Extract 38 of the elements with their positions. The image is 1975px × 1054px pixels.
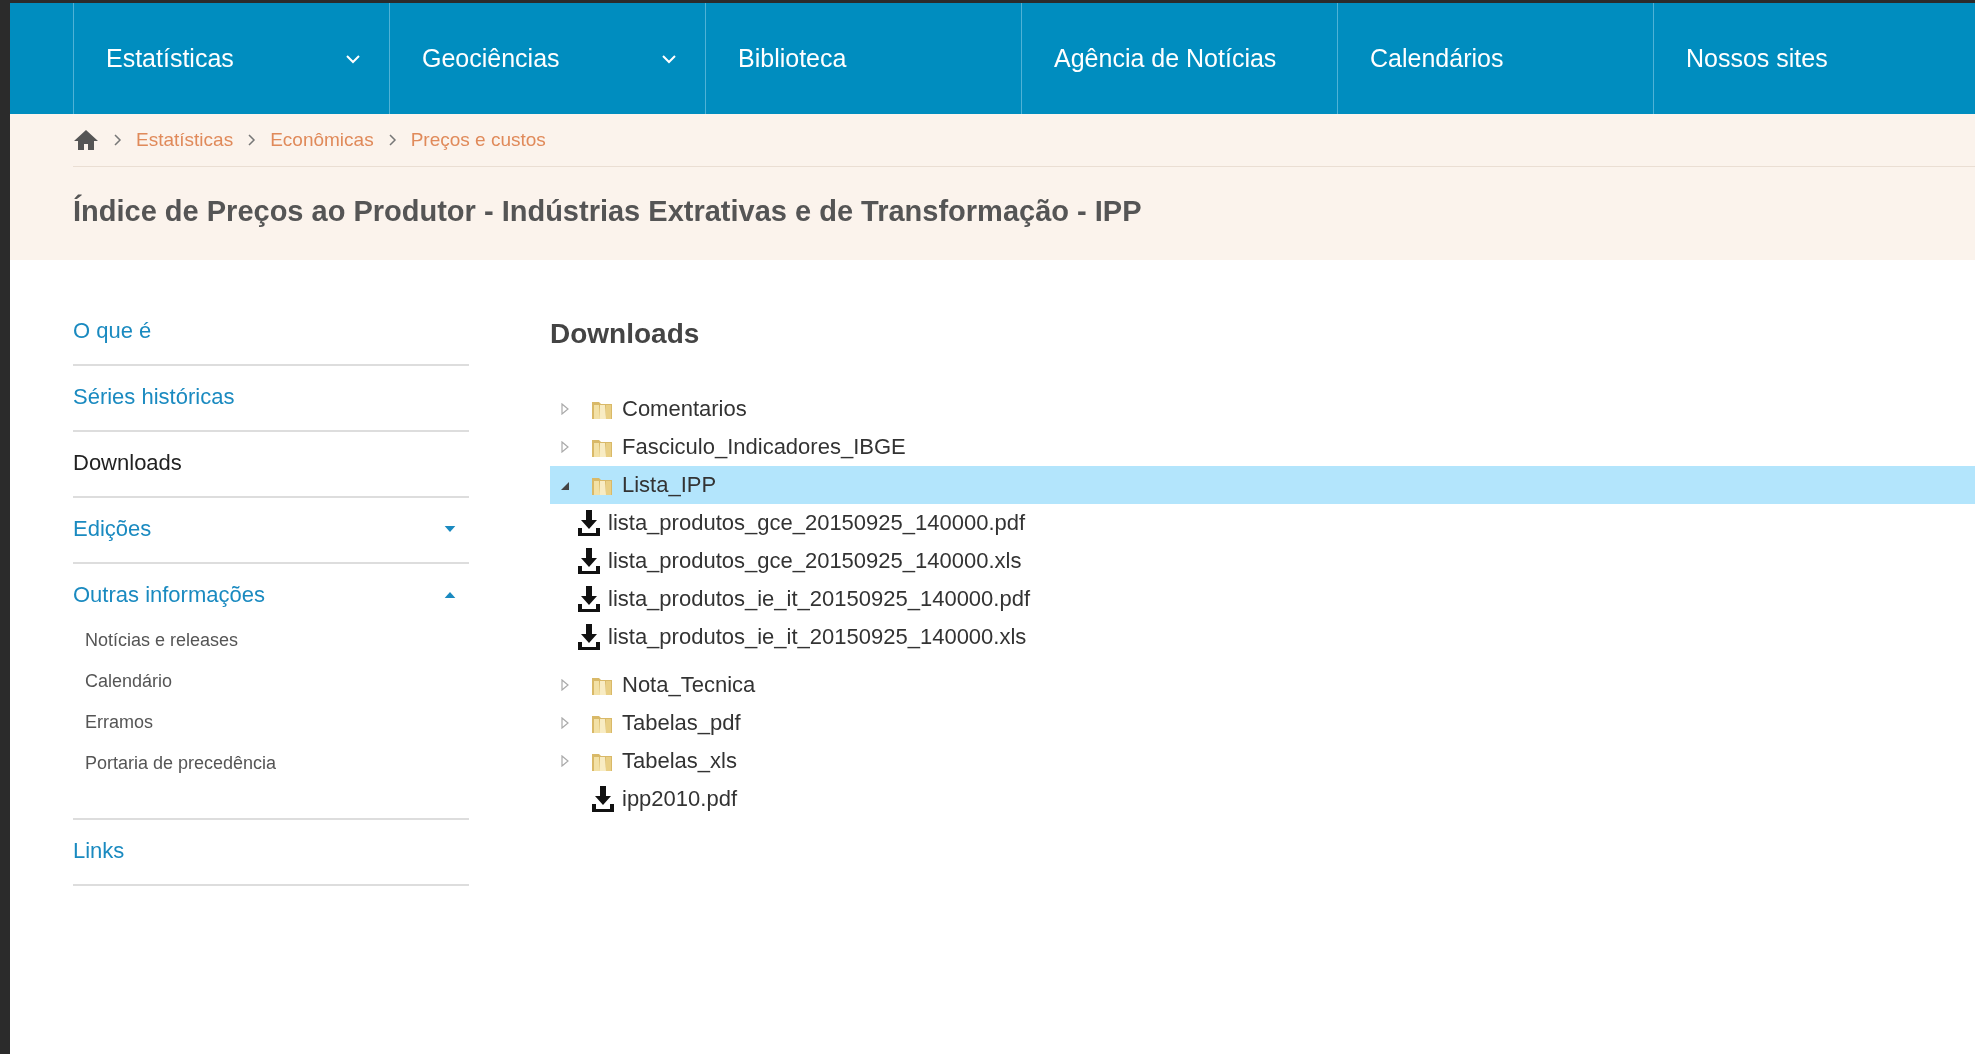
file-link[interactable]: lista_produtos_gce_20150925_140000.xls	[608, 548, 1022, 574]
sidebar-subitem[interactable]: Erramos	[85, 712, 469, 733]
chevron-right-icon	[387, 133, 397, 147]
file-link[interactable]: lista_produtos_ie_it_20150925_140000.pdf	[608, 586, 1031, 612]
folder-label[interactable]: Comentarios	[622, 396, 747, 422]
download-icon[interactable]	[576, 547, 602, 575]
sidebar-item[interactable]: Séries históricas	[73, 384, 235, 409]
page-title: Índice de Preços ao Produtor - Indústrias Extrativas e de Transformação - IPP	[73, 193, 1143, 229]
chevron-down-icon	[345, 53, 361, 64]
home-icon[interactable]	[73, 129, 99, 151]
file-link[interactable]: lista_produtos_ie_it_20150925_140000.xls	[608, 624, 1027, 650]
folder-label[interactable]: Lista_IPP	[622, 472, 717, 498]
nav-label: Geociências	[422, 44, 560, 73]
caret-up-icon[interactable]	[443, 591, 457, 599]
sidebar-item[interactable]: O que é	[73, 318, 152, 343]
chevron-right-icon	[247, 133, 257, 147]
download-icon[interactable]	[576, 585, 602, 613]
nav-label: Estatísticas	[106, 44, 234, 73]
sidebar-item[interactable]: Edições	[73, 516, 152, 542]
sidebar-item[interactable]: Links	[73, 838, 125, 863]
sidebar-subitem[interactable]: Calendário	[85, 671, 469, 692]
download-icon[interactable]	[576, 509, 602, 537]
sidebar-subitem[interactable]: Portaria de precedência	[85, 753, 469, 774]
sidebar-item[interactable]: Outras informações	[73, 582, 265, 608]
caret-down-icon[interactable]	[443, 525, 457, 533]
section-heading: Downloads	[550, 318, 701, 350]
file-link[interactable]: lista_produtos_gce_20150925_140000.pdf	[608, 510, 1026, 536]
chevron-down-icon	[661, 53, 677, 64]
folder-label[interactable]: Tabelas_xls	[622, 748, 737, 774]
folder-label[interactable]: Nota_Tecnica	[622, 672, 756, 698]
sidebar-item[interactable]: Downloads	[73, 450, 182, 475]
download-icon[interactable]	[590, 785, 616, 813]
file-link[interactable]: ipp2010.pdf	[622, 786, 737, 812]
folder-label[interactable]: Fasciculo_Indicadores_IBGE	[622, 434, 906, 460]
chevron-right-icon	[113, 133, 122, 147]
download-icon[interactable]	[576, 623, 602, 651]
sidebar-subitem[interactable]: Notícias e releases	[85, 630, 469, 651]
folder-label[interactable]: Tabelas_pdf	[622, 710, 741, 736]
